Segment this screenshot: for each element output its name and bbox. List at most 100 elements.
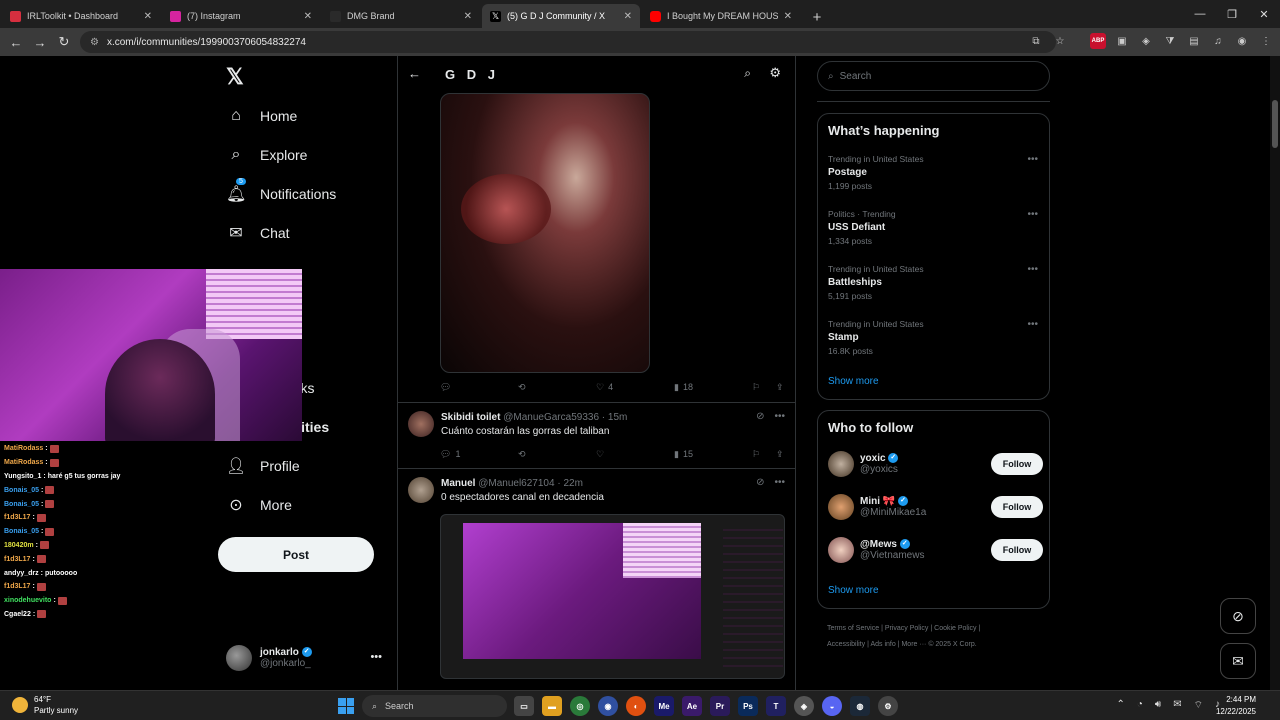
grok-icon[interactable]: ⊘ bbox=[756, 477, 764, 488]
nav-home[interactable]: ⌂ Home bbox=[226, 104, 297, 128]
more-dots-icon[interactable]: ••• bbox=[1027, 209, 1038, 220]
maximize-icon[interactable]: ❐ bbox=[1216, 0, 1248, 28]
back-arrow-icon[interactable]: ← bbox=[4, 35, 28, 50]
author-name[interactable]: Manuel bbox=[441, 478, 475, 489]
site-info-icon[interactable]: ⚙ bbox=[90, 37, 99, 48]
reply-icon[interactable]: 💬︎ bbox=[440, 382, 518, 393]
after-effects-icon[interactable]: Ae bbox=[682, 696, 702, 716]
post-screenshot-image[interactable] bbox=[440, 514, 785, 679]
follow-button[interactable]: Follow bbox=[991, 539, 1043, 561]
extension-icon[interactable]: ◈ bbox=[1138, 33, 1154, 49]
app-icon[interactable]: T bbox=[766, 696, 786, 716]
tab-irltoolkit[interactable]: IRLToolkit • Dashboard ✕ bbox=[2, 4, 160, 28]
profile-icon[interactable]: ◉ bbox=[1234, 33, 1250, 49]
close-window-icon[interactable]: ✕ bbox=[1248, 0, 1280, 28]
tweet-time[interactable]: 22m bbox=[563, 478, 582, 489]
grok-icon[interactable]: ⊘ bbox=[756, 411, 764, 422]
share-icon[interactable]: ⇪ bbox=[776, 449, 784, 460]
search-input[interactable]: ⌕ Search bbox=[817, 61, 1050, 91]
close-tab-icon[interactable]: ✕ bbox=[464, 11, 472, 22]
account-switcher[interactable]: jonkarlo ✓ @jonkarlo_ ••• bbox=[226, 643, 386, 673]
follow-suggestion[interactable]: Mini 🎀 ✓ @MiniMikae1a Follow bbox=[828, 492, 1043, 522]
nav-profile[interactable]: 👤︎ Profile bbox=[226, 454, 300, 478]
share-icon[interactable]: ⇪ bbox=[776, 382, 784, 393]
avatar[interactable] bbox=[408, 477, 434, 503]
windows-start-icon[interactable] bbox=[338, 698, 354, 714]
messages-float-button[interactable]: ✉ bbox=[1220, 643, 1256, 679]
follow-suggestion[interactable]: yoxic ✓ @yoxics Follow bbox=[828, 449, 1043, 479]
gear-icon[interactable]: ⚙ bbox=[769, 65, 781, 81]
tweet-skibidi[interactable]: Skibidi toilet @ManueGarca59336 · 15m ⊘ •… bbox=[398, 402, 795, 468]
wifi-icon[interactable]: ⌔ bbox=[1194, 699, 1203, 712]
close-tab-icon[interactable]: ✕ bbox=[624, 11, 632, 22]
repost-icon[interactable]: ⟲ bbox=[518, 382, 596, 393]
photoshop-icon[interactable]: Ps bbox=[738, 696, 758, 716]
author-handle[interactable]: @ManueGarca59336 bbox=[503, 412, 599, 423]
steam-icon[interactable]: ◍ bbox=[850, 696, 870, 716]
more-dots-icon[interactable]: ••• bbox=[1027, 319, 1038, 330]
tab-instagram[interactable]: (7) Instagram ✕ bbox=[162, 4, 320, 28]
chevron-up-icon[interactable]: ⌃ bbox=[1116, 699, 1124, 712]
repost-icon[interactable]: ⟲ bbox=[518, 449, 596, 460]
forward-arrow-icon[interactable]: → bbox=[28, 35, 52, 50]
footer-link[interactable]: Ads info bbox=[870, 641, 895, 648]
minimize-icon[interactable]: — bbox=[1184, 0, 1216, 28]
footer-link[interactable]: Terms of Service bbox=[827, 625, 879, 632]
network-icon[interactable]: ✉ bbox=[1173, 699, 1181, 712]
app-icon[interactable]: ◈ bbox=[794, 696, 814, 716]
reply-button[interactable]: 💬︎ 1 bbox=[440, 449, 518, 460]
author-name[interactable]: Skibidi toilet bbox=[441, 412, 500, 423]
reload-icon[interactable]: ↻ bbox=[52, 34, 76, 50]
views-button[interactable]: ▮ 15 bbox=[674, 449, 752, 460]
post-button[interactable]: Post bbox=[218, 537, 374, 572]
like-button[interactable]: ♡ 4 bbox=[596, 382, 674, 393]
obs-icon[interactable]: ◉ bbox=[598, 696, 618, 716]
new-tab-button[interactable]: + bbox=[806, 6, 828, 28]
taskbar-search[interactable]: ⌕ Search bbox=[362, 695, 507, 717]
premiere-icon[interactable]: Pr bbox=[710, 696, 730, 716]
close-tab-icon[interactable]: ✕ bbox=[304, 11, 312, 22]
search-icon[interactable]: ⌕ bbox=[744, 66, 751, 81]
more-dots-icon[interactable]: ••• bbox=[370, 651, 382, 663]
url-input[interactable]: ⚙ x.com/i/communities/199900370605483227… bbox=[80, 31, 1056, 53]
follow-button[interactable]: Follow bbox=[991, 453, 1043, 475]
trend-item[interactable]: Trending in United States Stamp 16.8K post… bbox=[828, 319, 1038, 356]
bookmark-star-icon[interactable]: ☆ bbox=[1052, 33, 1068, 49]
extensions-puzzle-icon[interactable]: ⧩ bbox=[1162, 33, 1178, 49]
tweet-manuel[interactable]: Manuel @Manuel627104 · 22m ⊘ ••• 0 espect… bbox=[398, 468, 795, 690]
media-encoder-icon[interactable]: Me bbox=[654, 696, 674, 716]
footer-link[interactable]: Privacy Policy bbox=[885, 625, 929, 632]
close-tab-icon[interactable]: ✕ bbox=[784, 11, 792, 22]
tab-dmg-brand[interactable]: DMG Brand ✕ bbox=[322, 4, 480, 28]
grok-float-button[interactable]: ⊘ bbox=[1220, 598, 1256, 634]
footer-link[interactable]: Accessibility bbox=[827, 641, 865, 648]
sidebar-icon[interactable]: ▤ bbox=[1186, 33, 1202, 49]
more-dots-icon[interactable]: ••• bbox=[774, 477, 785, 488]
tweet-time[interactable]: 15m bbox=[608, 412, 627, 423]
trend-item[interactable]: Politics · Trending USS Defiant 1,334 post… bbox=[828, 209, 1038, 246]
trend-item[interactable]: Trending in United States Postage 1,199 po… bbox=[828, 154, 1038, 191]
discord-icon[interactable]: ◒ bbox=[822, 696, 842, 716]
clock[interactable]: 2:44 PM 12/22/2025 bbox=[1216, 694, 1256, 718]
app-tray-icon[interactable]: ◔ bbox=[1137, 699, 1143, 712]
post-image[interactable] bbox=[440, 93, 650, 373]
x-logo-icon[interactable]: 𝕏 bbox=[226, 64, 244, 90]
tab-youtube[interactable]: I Bought My DREAM HOUSE A ✕ bbox=[642, 4, 800, 28]
file-explorer-icon[interactable]: ▬ bbox=[542, 696, 562, 716]
settings-gear-icon[interactable]: ⚙ bbox=[878, 696, 898, 716]
follow-suggestion[interactable]: @Mews ✓ @Vietnamews Follow bbox=[828, 535, 1043, 565]
app-icon[interactable]: ◐ bbox=[626, 696, 646, 716]
weather-widget[interactable]: 64°F Partly sunny bbox=[12, 694, 78, 716]
scrollbar-thumb[interactable] bbox=[1272, 100, 1278, 148]
page-scrollbar[interactable] bbox=[1270, 56, 1280, 690]
footer-link[interactable]: More ··· bbox=[901, 641, 926, 648]
nav-more[interactable]: ⊙ More bbox=[226, 493, 292, 517]
views-button[interactable]: ▮ 18 bbox=[674, 382, 752, 393]
avatar[interactable] bbox=[408, 411, 434, 437]
bookmark-icon[interactable]: ⚐ bbox=[752, 382, 776, 393]
show-more-link[interactable]: Show more bbox=[828, 376, 879, 387]
trend-item[interactable]: Trending in United States Battleships 5,19… bbox=[828, 264, 1038, 301]
more-dots-icon[interactable]: ••• bbox=[1027, 154, 1038, 165]
follow-button[interactable]: Follow bbox=[991, 496, 1043, 518]
more-dots-icon[interactable]: ••• bbox=[774, 411, 785, 422]
